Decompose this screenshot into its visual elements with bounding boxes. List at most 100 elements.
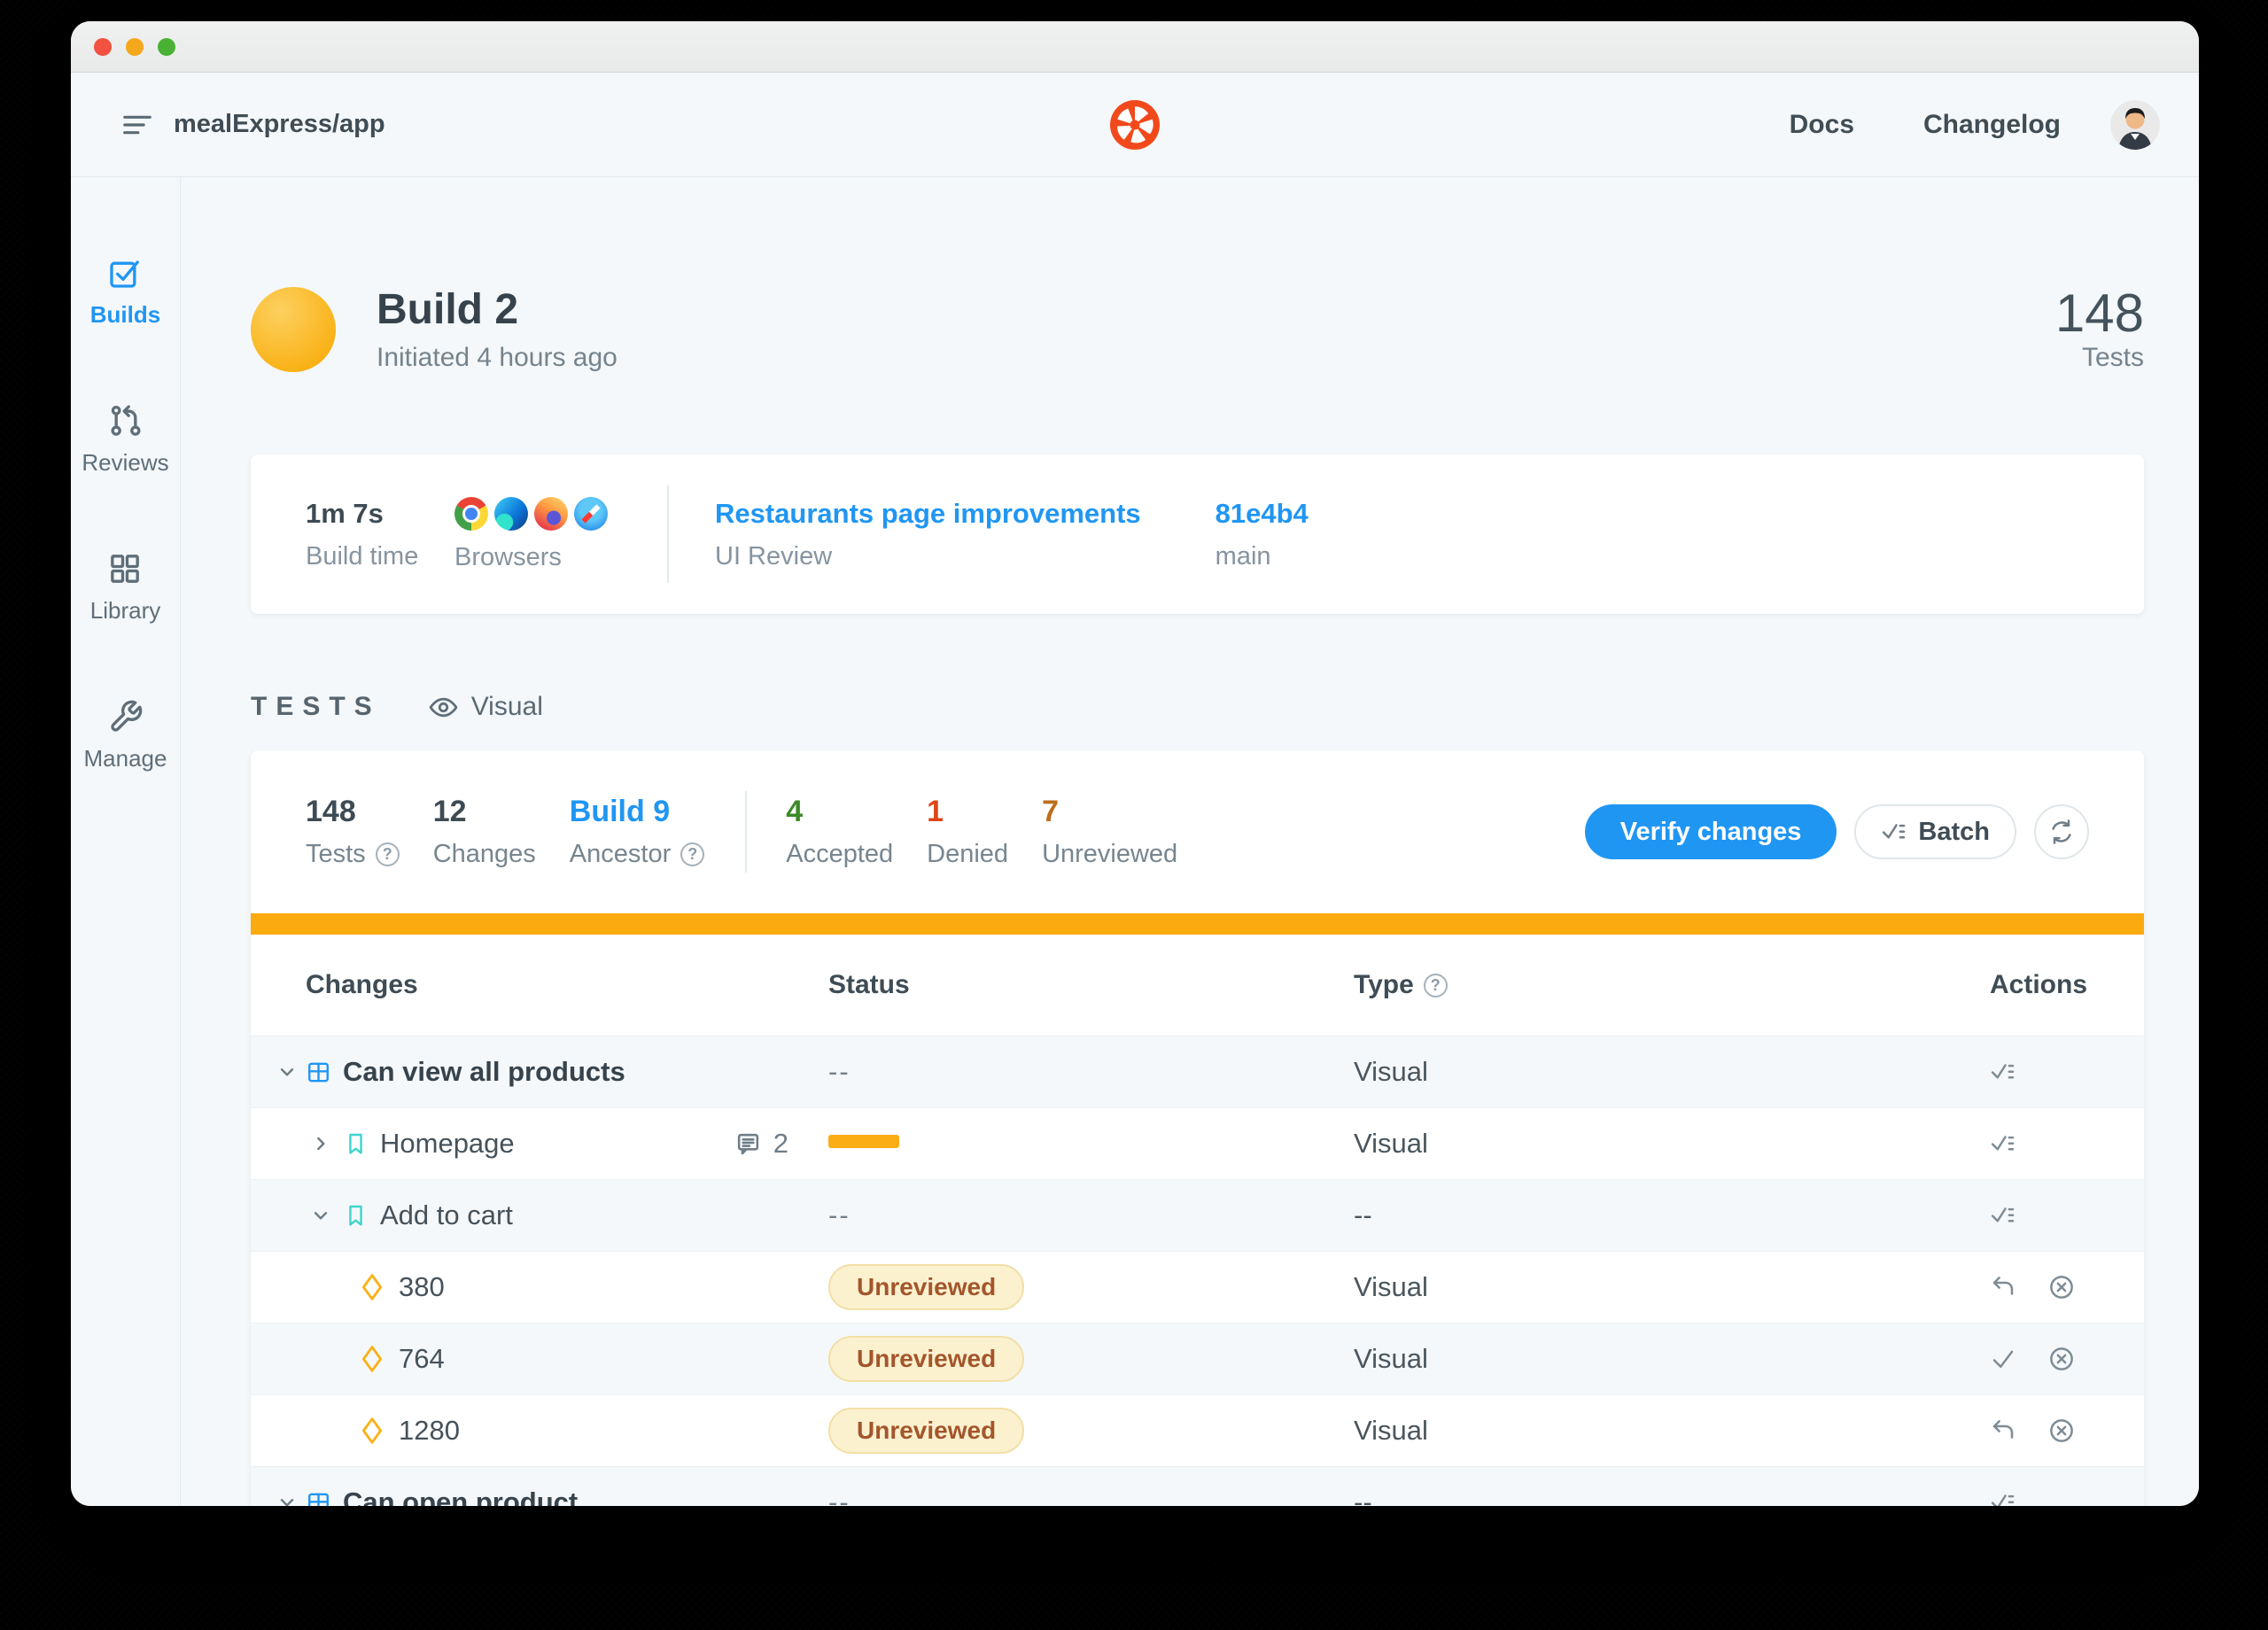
table-row[interactable]: 1280 Unreviewed Visual (251, 1394, 2144, 1466)
status-empty: -- (828, 1056, 850, 1087)
type-value: -- (1354, 1486, 1372, 1506)
stat-changes: 12 Changes (432, 795, 536, 868)
browser-icons (454, 496, 658, 531)
review-title-link[interactable]: Restaurants page improvements (715, 498, 1141, 530)
table-row[interactable]: Homepage 2 Visual (251, 1107, 2144, 1179)
help-icon[interactable]: ? (375, 842, 400, 866)
browsers-label: Browsers (454, 542, 562, 571)
comment-icon (734, 1130, 762, 1158)
sidebar-item-library[interactable]: Library (90, 551, 160, 625)
status-badge: Unreviewed (828, 1336, 1025, 1382)
help-icon[interactable]: ? (680, 842, 705, 866)
stat-denied: 1 Denied (927, 795, 1009, 868)
git-review-icon (108, 403, 144, 439)
build-time-value: 1m 7s (306, 497, 384, 529)
build-header: Build 2 Initiated 4 hours ago 148 Tests (251, 285, 2144, 373)
minimize-window-button[interactable] (126, 37, 144, 56)
column-status: Status (828, 970, 910, 999)
zoom-window-button[interactable] (158, 37, 175, 56)
table-row[interactable]: 380 Unreviewed Visual (251, 1251, 2144, 1323)
undo-icon[interactable] (1990, 1417, 2016, 1444)
table-grid-icon (306, 1060, 331, 1085)
window-titlebar (71, 21, 2199, 73)
batch-icon[interactable] (1990, 1059, 2016, 1085)
table-row[interactable]: Add to cart -- -- (251, 1179, 2144, 1251)
browsers: Browsers (454, 496, 658, 572)
build-summary-bar: 148 Tests? 12 Changes Build 9 Ancestor? … (251, 750, 2144, 913)
chrome-browser-icon (454, 496, 488, 531)
stat-tests: 148 Tests? (306, 795, 400, 869)
type-value: Visual (1354, 1271, 1428, 1302)
table-header: Changes Status Type? Actions (251, 935, 2144, 1036)
sidebar-item-builds[interactable]: Builds (90, 255, 160, 329)
column-actions: Actions (1990, 970, 2088, 999)
status-empty: -- (828, 1199, 850, 1230)
tests-heading-label: TESTS (251, 692, 381, 721)
build-status-circle (251, 286, 336, 372)
bookmark-icon (343, 1131, 369, 1157)
diamond-icon (357, 1344, 387, 1374)
chevron-down-icon[interactable] (276, 1491, 299, 1506)
type-value: Visual (1354, 1128, 1428, 1159)
close-window-button[interactable] (94, 37, 112, 56)
tests-total-count: 148 (2054, 283, 2144, 343)
type-value: Visual (1354, 1056, 1428, 1087)
reject-icon[interactable] (2048, 1417, 2075, 1444)
user-avatar[interactable] (2110, 99, 2160, 150)
chevron-right-icon[interactable] (309, 1132, 332, 1155)
sidebar-item-reviews[interactable]: Reviews (82, 403, 169, 477)
app-logo-icon[interactable] (1110, 99, 1160, 150)
sidebar-item-manage[interactable]: Manage (84, 699, 167, 772)
tests-total: 148 Tests (2055, 285, 2144, 373)
batch-icon[interactable] (1990, 1202, 2016, 1229)
column-changes: Changes (306, 970, 418, 999)
nav-docs[interactable]: Docs (1790, 110, 1854, 140)
commit-hash-link[interactable]: 81e4b4 (1216, 498, 1309, 530)
ancestor-build-link[interactable]: Build 9 (570, 795, 704, 829)
divider (745, 791, 748, 873)
comments-indicator[interactable]: 2 (734, 1128, 788, 1160)
column-type: Type? (1354, 970, 1990, 1000)
commit-branch: main (1215, 541, 1271, 570)
undo-icon[interactable] (1990, 1274, 2016, 1300)
header-nav: Docs Changelog (1720, 99, 2160, 150)
table-row[interactable]: 764 Unreviewed Visual (251, 1323, 2144, 1394)
build-initiated: Initiated 4 hours ago (377, 343, 617, 372)
menu-icon[interactable] (120, 108, 154, 142)
reject-icon[interactable] (2048, 1274, 2075, 1300)
app-window: mealExpress/app Docs Changelog Builds Re… (71, 21, 2199, 1506)
tests-section-heading: TESTS Visual (251, 692, 2144, 722)
status-progress-bar (828, 1135, 899, 1148)
tests-total-label: Tests (2081, 343, 2144, 372)
nav-changelog[interactable]: Changelog (1923, 110, 2061, 140)
chevron-down-icon[interactable] (309, 1204, 332, 1227)
reject-icon[interactable] (2048, 1346, 2075, 1372)
app-header: mealExpress/app Docs Changelog (71, 73, 2199, 177)
verify-changes-button[interactable]: Verify changes (1584, 804, 1837, 859)
chevron-down-icon[interactable] (276, 1060, 299, 1083)
build-meta-card: 1m 7s Build time Browsers Restaurants pa… (251, 454, 2144, 614)
table-row[interactable]: Can open product -- -- (251, 1466, 2144, 1506)
safari-browser-icon (574, 496, 608, 531)
firefox-browser-icon (534, 496, 568, 531)
status-badge: Unreviewed (828, 1408, 1025, 1454)
type-value: -- (1354, 1199, 1372, 1230)
batch-icon[interactable] (1990, 1130, 2016, 1157)
tests-card: 148 Tests? 12 Changes Build 9 Ancestor? … (251, 750, 2144, 1506)
refresh-button[interactable] (2034, 804, 2089, 859)
batch-icon[interactable] (1990, 1489, 2016, 1506)
stat-accepted: 4 Accepted (786, 795, 894, 868)
stat-unreviewed: 7 Unreviewed (1042, 795, 1178, 868)
accept-icon[interactable] (1990, 1346, 2016, 1372)
library-grid-icon (107, 551, 143, 586)
build-progress-strip (251, 913, 2144, 935)
repo-name[interactable]: mealExpress/app (174, 110, 385, 139)
sidebar: Builds Reviews Library Manage (71, 177, 181, 1506)
build-time-label: Build time (306, 541, 419, 570)
commit-info: 81e4b4 main (1216, 498, 1309, 571)
table-row[interactable]: Can view all products -- Visual (251, 1036, 2144, 1107)
tests-filter-visual[interactable]: Visual (471, 692, 543, 722)
help-icon[interactable]: ? (1423, 973, 1448, 997)
eye-icon (429, 693, 458, 722)
batch-button[interactable]: Batch (1854, 804, 2016, 859)
